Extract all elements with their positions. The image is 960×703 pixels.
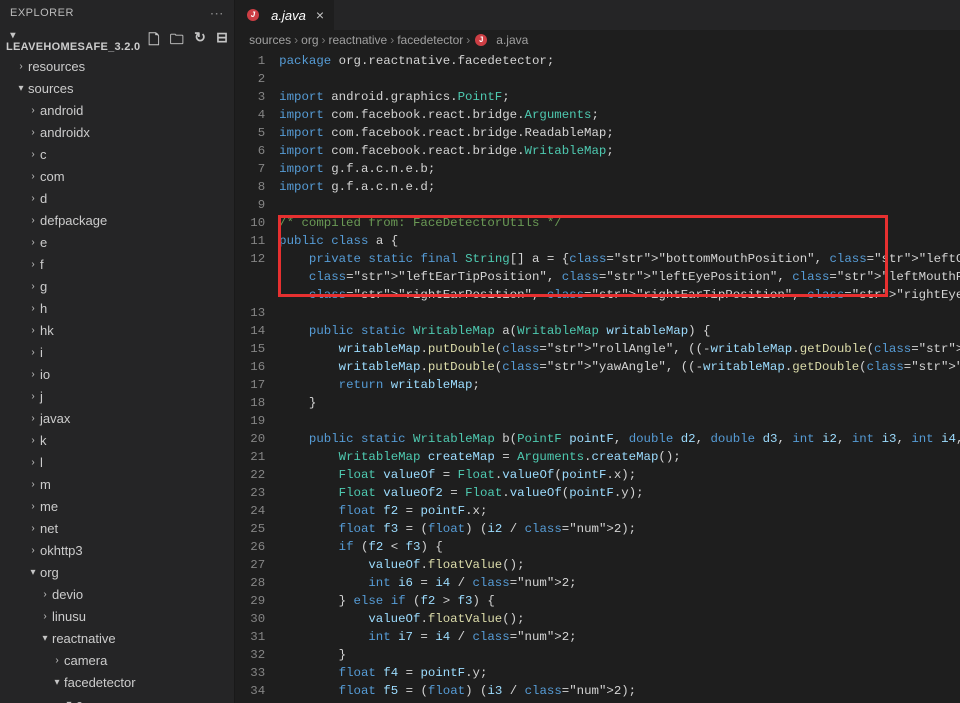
chevron-right-icon: › [26,145,40,165]
folder-facedetector[interactable]: ▾facedetector [0,672,234,694]
java-icon: J [245,9,261,21]
sidebar-title: EXPLORER [10,7,74,19]
folder-m[interactable]: ›m [0,474,234,496]
folder-me[interactable]: ›me [0,496,234,518]
file-tree: ›resources ▾sources ›android ›androidx ›… [0,56,234,703]
chevron-right-icon: › [26,277,40,297]
folder-sources[interactable]: ▾sources [0,78,234,100]
folder-k[interactable]: ›k [0,430,234,452]
folder-net[interactable]: ›net [0,518,234,540]
chevron-right-icon: › [26,409,40,429]
chevron-down-icon: ▾ [26,563,40,583]
more-icon[interactable]: ⋯ [210,5,225,22]
code-content[interactable]: package org.reactnative.facedetector;imp… [279,50,960,703]
chevron-right-icon: › [26,321,40,341]
folder-okhttp3[interactable]: ›okhttp3 [0,540,234,562]
chevron-right-icon: › [26,211,40,231]
java-icon: J [473,34,489,46]
folder-j[interactable]: ›j [0,386,234,408]
chevron-right-icon: › [26,255,40,275]
chevron-right-icon: › [38,607,52,627]
sidebar-actions: ⋯ [210,5,225,22]
folder-com[interactable]: ›com [0,166,234,188]
breadcrumb-item[interactable]: sources [249,33,291,47]
chevron-right-icon: › [26,453,40,473]
breadcrumb-item[interactable]: facedetector [397,33,463,47]
chevron-right-icon: › [322,33,326,47]
chevron-right-icon: › [26,233,40,253]
project-actions: 🗋 🗀 ↻ ⊟ [148,29,228,53]
chevron-down-icon: ▾ [62,695,76,703]
chevron-right-icon: › [14,57,28,77]
editor-area: J a.java × sources› org› reactnative› fa… [235,0,960,703]
collapse-icon[interactable]: ⊟ [216,29,228,53]
chevron-right-icon: › [26,431,40,451]
folder-l[interactable]: ›l [0,452,234,474]
sidebar-header: EXPLORER ⋯ [0,0,234,26]
folder-reactnative[interactable]: ▾reactnative [0,628,234,650]
chevron-right-icon: › [38,585,52,605]
line-numbers: 1234567891011121314151617181920212223242… [235,50,279,703]
folder-i[interactable]: ›i [0,342,234,364]
folder-resources[interactable]: ›resources [0,56,234,78]
folder-org[interactable]: ▾org [0,562,234,584]
tab-label: a.java [271,8,306,23]
folder-defpackage[interactable]: ›defpackage [0,210,234,232]
project-name: LEAVEHOMESAFE_3.2.0 [6,41,140,53]
folder-d[interactable]: ›d [0,188,234,210]
chevron-down-icon: ▾ [50,673,64,693]
chevron-down-icon: ▾ [38,629,52,649]
folder-linusu[interactable]: ›linusu [0,606,234,628]
folder-io[interactable]: ›io [0,364,234,386]
explorer-sidebar: EXPLORER ⋯ ▾LEAVEHOMESAFE_3.2.0 🗋 🗀 ↻ ⊟ … [0,0,235,703]
chevron-right-icon: › [26,541,40,561]
project-header[interactable]: ▾LEAVEHOMESAFE_3.2.0 🗋 🗀 ↻ ⊟ [0,26,234,56]
folder-g[interactable]: ›g [0,276,234,298]
chevron-right-icon: › [390,33,394,47]
folder-e[interactable]: ›e [0,232,234,254]
folder-camera[interactable]: ›camera [0,650,234,672]
chevron-right-icon: › [26,101,40,121]
breadcrumb[interactable]: sources› org› reactnative› facedetector›… [235,30,960,50]
chevron-right-icon: › [26,497,40,517]
refresh-icon[interactable]: ↻ [194,29,206,53]
chevron-right-icon: › [50,651,64,671]
chevron-right-icon: › [294,33,298,47]
chevron-right-icon: › [26,365,40,385]
breadcrumb-item[interactable]: org [301,33,318,47]
folder-c[interactable]: ›c [0,144,234,166]
chevron-right-icon: › [466,33,470,47]
folder-f[interactable]: ›f [0,254,234,276]
folder-android[interactable]: ›android [0,100,234,122]
breadcrumb-item[interactable]: a.java [496,33,528,47]
chevron-right-icon: › [26,299,40,319]
chevron-down-icon: ▾ [6,30,20,41]
folder-androidx[interactable]: ›androidx [0,122,234,144]
editor-tabs: J a.java × [235,0,960,30]
chevron-right-icon: › [26,387,40,407]
chevron-down-icon: ▾ [14,79,28,99]
new-file-icon[interactable]: 🗋 [148,29,160,53]
chevron-right-icon: › [26,167,40,187]
tab-a-java[interactable]: J a.java × [235,0,335,30]
folder-hk[interactable]: ›hk [0,320,234,342]
folder-c-inner[interactable]: ▾c [0,694,234,703]
chevron-right-icon: › [26,519,40,539]
chevron-right-icon: › [26,475,40,495]
chevron-right-icon: › [26,123,40,143]
chevron-right-icon: › [26,189,40,209]
folder-javax[interactable]: ›javax [0,408,234,430]
close-icon[interactable]: × [316,7,324,23]
folder-h[interactable]: ›h [0,298,234,320]
chevron-right-icon: › [26,343,40,363]
new-folder-icon[interactable]: 🗀 [170,29,184,53]
breadcrumb-item[interactable]: reactnative [329,33,388,47]
code-editor[interactable]: 1234567891011121314151617181920212223242… [235,50,960,703]
folder-devio[interactable]: ›devio [0,584,234,606]
